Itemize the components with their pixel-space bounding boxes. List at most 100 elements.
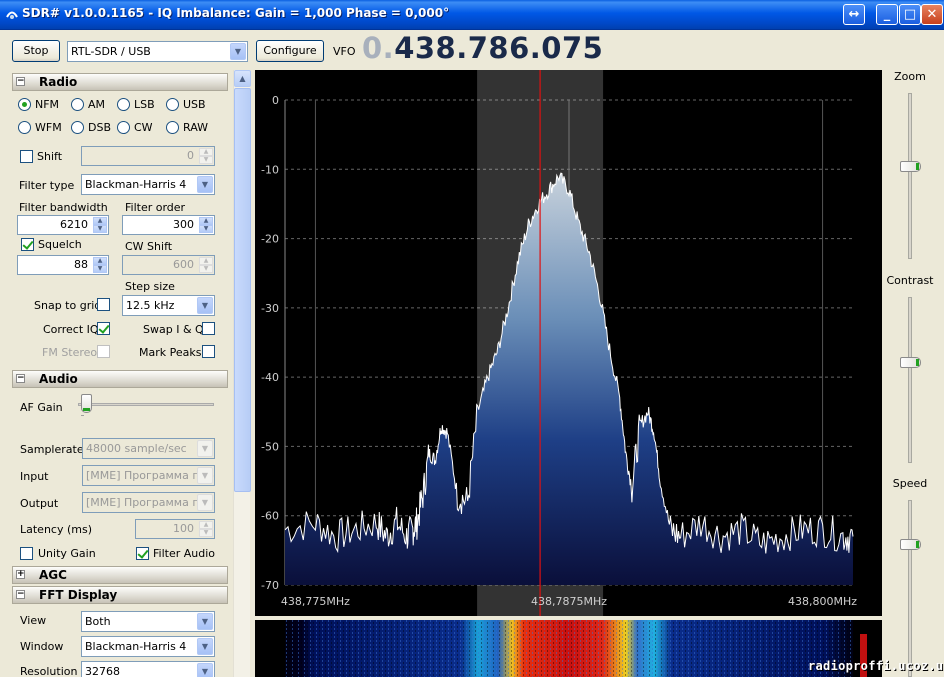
side-panel-scrollbar[interactable]: ▲ xyxy=(233,70,251,677)
mode-radio-nfm[interactable] xyxy=(18,98,31,111)
contrast-thumb[interactable] xyxy=(900,357,921,368)
filter-audio-checkbox[interactable] xyxy=(136,547,149,560)
spectrum-display[interactable]: 0 -10 -20 -30 -40 -50 -60 -70 438,775MHz 438,7875… xyxy=(255,70,882,616)
waterfall-noise xyxy=(285,620,853,677)
maximize-button[interactable]: □ xyxy=(899,4,921,25)
stop-button[interactable]: Stop xyxy=(12,40,60,62)
vfo-label: VFO xyxy=(333,45,356,58)
latency-input[interactable]: 100 ▲ ▼ xyxy=(135,519,215,539)
filter-order-value: 300 xyxy=(173,218,194,231)
step-size-select[interactable]: 12.5 kHz ▼ xyxy=(122,295,215,316)
y-tick-label: -40 xyxy=(261,371,279,384)
audio-section-header[interactable]: − Audio xyxy=(12,370,228,388)
device-select-value: RTL-SDR / USB xyxy=(71,45,151,58)
swap-iq-checkbox[interactable] xyxy=(202,322,215,335)
filter-bandwidth-value: 6210 xyxy=(60,218,88,231)
zoom-slider[interactable] xyxy=(893,87,933,267)
y-tick-label: -50 xyxy=(261,440,279,453)
shift-input[interactable]: 0 ▲ ▼ xyxy=(81,146,215,166)
filter-type-label: Filter type xyxy=(19,179,75,192)
samplerate-value: 48000 sample/sec xyxy=(86,442,187,455)
input-device-select[interactable]: [MME] Программа переназначения звук. уст… xyxy=(82,465,215,486)
filter-type-value: Blackman-Harris 4 xyxy=(85,178,187,191)
resolution-select[interactable]: 32768 ▼ xyxy=(81,661,215,677)
scrollbar-thumb[interactable] xyxy=(234,88,251,492)
fm-stereo-label: FM Stereo xyxy=(42,346,98,359)
output-device-value: [MME] Программа переназначения звук. уст… xyxy=(86,496,214,509)
af-gain-slider[interactable] xyxy=(78,394,216,418)
filter-type-select[interactable]: Blackman-Harris 4 ▼ xyxy=(81,174,215,195)
filter-order-input[interactable]: 300 ▲ ▼ xyxy=(122,215,215,235)
step-size-label: Step size xyxy=(125,280,175,293)
close-button[interactable]: ✕ xyxy=(921,4,943,25)
unity-gain-checkbox[interactable] xyxy=(20,547,33,560)
shift-label: Shift xyxy=(37,150,63,163)
squelch-checkbox[interactable] xyxy=(21,238,34,251)
speed-slider[interactable] xyxy=(893,494,933,677)
chevron-down-icon: ▼ xyxy=(197,176,213,193)
af-gain-track xyxy=(78,403,214,406)
af-gain-thumb[interactable] xyxy=(81,394,92,413)
mode-radio-raw[interactable] xyxy=(166,121,179,134)
speed-label: Speed xyxy=(892,477,928,490)
mode-label-dsb: DSB xyxy=(88,121,111,134)
squelch-input[interactable]: 88 ▲ ▼ xyxy=(17,255,109,275)
latency-value: 100 xyxy=(173,522,194,535)
af-gain-label: AF Gain xyxy=(20,401,63,414)
squelch-value: 88 xyxy=(74,258,88,271)
x-tick-label: 438,775MHz xyxy=(281,595,350,608)
scroll-up-icon[interactable]: ▲ xyxy=(234,70,251,87)
output-device-select[interactable]: [MME] Программа переназначения звук. уст… xyxy=(82,492,215,513)
shift-checkbox[interactable] xyxy=(20,150,33,163)
title-bar[interactable]: SDR# v1.0.0.1165 - IQ Imbalance: Gain = … xyxy=(0,0,944,30)
fft-section-header[interactable]: − FFT Display xyxy=(12,586,228,604)
view-select[interactable]: Both ▼ xyxy=(81,611,215,632)
mode-radio-lsb[interactable] xyxy=(117,98,130,111)
correct-iq-checkbox[interactable] xyxy=(97,322,110,335)
mode-radio-wfm[interactable] xyxy=(18,121,31,134)
restore-arrows-icon[interactable]: ↔ xyxy=(843,4,865,25)
mode-label-lsb: LSB xyxy=(134,98,155,111)
spin-arrows-icon: ▲ ▼ xyxy=(199,148,213,164)
spin-arrows-icon[interactable]: ▲ ▼ xyxy=(93,257,107,273)
contrast-slider[interactable] xyxy=(893,291,933,471)
mode-radio-dsb[interactable] xyxy=(71,121,84,134)
collapse-icon: − xyxy=(16,373,25,383)
watermark-text: radioproffi.ucoz.ua xyxy=(808,659,944,673)
fm-stereo-checkbox[interactable] xyxy=(97,345,110,358)
spin-arrows-icon[interactable]: ▲ ▼ xyxy=(199,217,213,233)
spectrum-chart[interactable]: 0 -10 -20 -30 -40 -50 -60 -70438,775MHz 438,7875… xyxy=(255,70,882,616)
chevron-down-icon: ▼ xyxy=(197,613,213,630)
configure-button[interactable]: Configure xyxy=(256,40,324,62)
radio-section-header[interactable]: − Radio xyxy=(12,73,228,91)
waterfall-display[interactable] xyxy=(255,620,882,677)
chevron-down-icon: ▼ xyxy=(197,638,213,655)
waterfall-image[interactable] xyxy=(255,620,882,677)
minimize-button[interactable]: _ xyxy=(876,4,898,25)
filter-bandwidth-input[interactable]: 6210 ▲ ▼ xyxy=(17,215,109,235)
mode-radio-usb[interactable] xyxy=(166,98,179,111)
mode-radio-am[interactable] xyxy=(71,98,84,111)
mode-radio-cw[interactable] xyxy=(117,121,130,134)
window-value: Blackman-Harris 4 xyxy=(85,640,187,653)
zoom-label: Zoom xyxy=(894,70,926,83)
snap-to-grid-checkbox[interactable] xyxy=(97,298,110,311)
mode-label-cw: CW xyxy=(134,121,153,134)
collapse-icon: − xyxy=(16,76,25,86)
device-select[interactable]: RTL-SDR / USB ▼ xyxy=(67,41,248,62)
samplerate-select[interactable]: 48000 sample/sec ▼ xyxy=(82,438,215,459)
mode-label-nfm: NFM xyxy=(35,98,60,111)
chevron-down-icon: ▼ xyxy=(197,297,213,314)
spin-arrows-icon[interactable]: ▲ ▼ xyxy=(93,217,107,233)
chevron-down-icon: ▼ xyxy=(197,467,213,484)
speed-thumb[interactable] xyxy=(900,539,921,550)
agc-section-header[interactable]: + AGC xyxy=(12,566,228,584)
vfo-frequency-display[interactable]: 0.438.786.075 xyxy=(362,31,603,65)
resolution-value: 32768 xyxy=(85,665,120,677)
cw-shift-input[interactable]: 600 ▲ ▼ xyxy=(122,255,215,275)
zoom-thumb[interactable] xyxy=(900,161,921,172)
mark-peaks-checkbox[interactable] xyxy=(202,345,215,358)
window-select[interactable]: Blackman-Harris 4 ▼ xyxy=(81,636,215,657)
snap-to-grid-label: Snap to grid xyxy=(34,299,102,312)
output-device-label: Output xyxy=(20,497,59,510)
